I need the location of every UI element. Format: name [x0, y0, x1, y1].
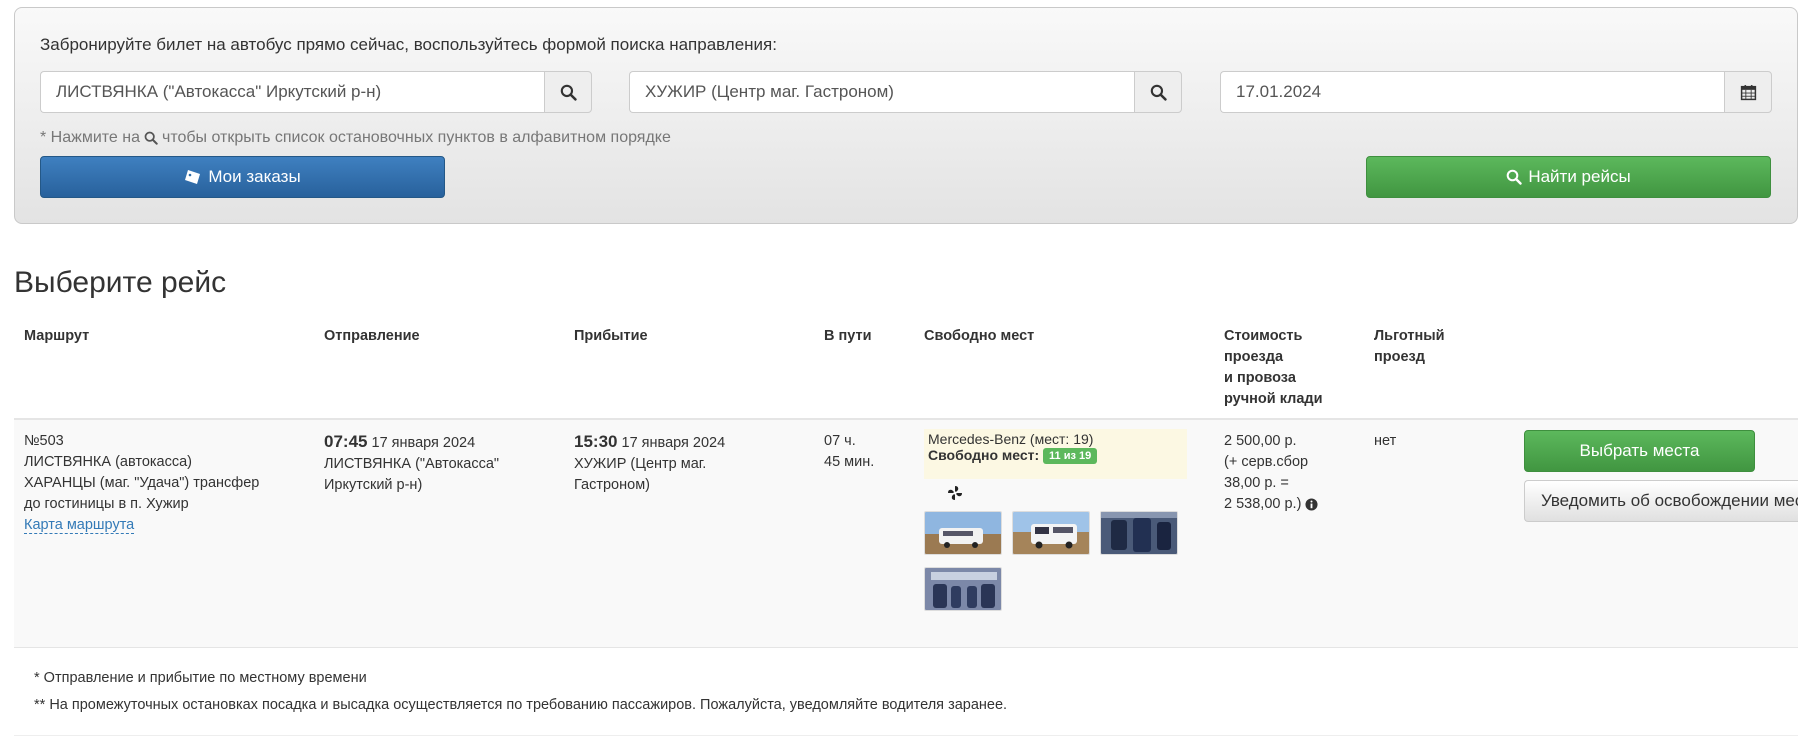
- find-trips-label: Найти рейсы: [1528, 167, 1631, 186]
- ticket-icon: [185, 170, 201, 184]
- footnote: * Отправление и прибытие по местному вре…: [34, 670, 367, 686]
- header-price-line: проезда: [1224, 349, 1284, 365]
- my-orders-button[interactable]: Мои заказы: [40, 156, 445, 198]
- benefit-cell: нет: [1374, 433, 1397, 449]
- search-icon: [144, 131, 158, 145]
- price-line: 2 500,00 р.: [1224, 433, 1297, 449]
- bus-photo-interior[interactable]: [1100, 511, 1178, 555]
- trips-table: Маршрут Отправление Прибытие В пути Своб…: [14, 318, 1798, 736]
- departure-cell: 07:45 17 января 2024 ЛИСТВЯНКА ("Автокас…: [324, 431, 499, 496]
- to-input[interactable]: ХУЖИР (Центр маг. Гастроном): [629, 71, 1134, 113]
- from-search-button[interactable]: [544, 71, 592, 113]
- search-hint: * Нажмите на чтобы открыть список остано…: [40, 129, 671, 147]
- route-line: до гостиницы в п. Хужир: [24, 496, 189, 512]
- departure-date: 17 января 2024: [371, 435, 476, 451]
- route-line: ЛИСТВЯНКА (автокасса): [24, 454, 193, 470]
- route-number: №503: [24, 433, 64, 449]
- from-input[interactable]: ЛИСТВЯНКА ("Автокасса" Иркутский р-н): [40, 71, 544, 113]
- date-input[interactable]: 17.01.2024: [1220, 71, 1724, 113]
- arrival-time: 15:30: [574, 432, 618, 451]
- duration-cell: 07 ч. 45 мин.: [824, 431, 874, 473]
- search-intro: Забронируйте билет на автобус прямо сейч…: [40, 35, 777, 54]
- header-price-line: Стоимость: [1224, 328, 1303, 344]
- route-map-link[interactable]: Карта маршрута: [24, 517, 135, 534]
- route-line: ХАРАНЦЫ (маг. "Удача") трансфер: [24, 475, 260, 491]
- price-line: (+ серв.сбор: [1224, 454, 1309, 470]
- search-icon: [560, 84, 577, 101]
- arrival-place: ХУЖИР (Центр маг.: [574, 456, 707, 472]
- table-row: №503 ЛИСТВЯНКА (автокасса) ХАРАНЦЫ (маг.…: [14, 420, 1798, 648]
- arrival-place: Гастроном): [574, 477, 650, 493]
- date-field[interactable]: 17.01.2024: [1220, 71, 1772, 113]
- hint-suffix: чтобы открыть список остановочных пункто…: [162, 129, 671, 146]
- header-benefit-line: проезд: [1374, 349, 1425, 365]
- footnote: ** На промежуточных остановках посадка и…: [34, 697, 1008, 713]
- info-icon[interactable]: [1305, 498, 1318, 511]
- my-orders-label: Мои заказы: [208, 167, 301, 186]
- from-field[interactable]: ЛИСТВЯНКА ("Автокасса" Иркутский р-н): [40, 71, 592, 113]
- bus-photo-interior[interactable]: [924, 567, 1002, 611]
- calendar-icon: [1740, 84, 1756, 100]
- page-title: Выберите рейс: [14, 266, 227, 299]
- departure-place: ЛИСТВЯНКА ("Автокасса": [324, 456, 500, 472]
- departure-time: 07:45: [324, 432, 368, 451]
- header-arrival: Прибытие: [574, 328, 648, 344]
- header-duration: В пути: [824, 328, 872, 344]
- header-price-line: и провоза: [1224, 370, 1296, 386]
- notify-seats-button[interactable]: Уведомить об освобождении мест: [1524, 480, 1798, 522]
- route-cell: №503 ЛИСТВЯНКА (автокасса) ХАРАНЦЫ (маг.…: [24, 431, 259, 536]
- search-icon: [1150, 84, 1167, 101]
- departure-place: Иркутский р-н): [324, 477, 423, 493]
- bus-info: Mercedes-Benz (мест: 19) Свободно мест: …: [924, 429, 1187, 479]
- header-route: Маршрут: [24, 328, 90, 344]
- header-benefit: Льготный проезд: [1374, 326, 1445, 368]
- hint-prefix: * Нажмите на: [40, 129, 140, 146]
- header-benefit-line: Льготный: [1374, 328, 1445, 344]
- table-header: Маршрут Отправление Прибытие В пути Своб…: [14, 318, 1798, 420]
- header-price-line: ручной клади: [1224, 391, 1323, 407]
- duration-hours: 07 ч.: [824, 433, 856, 449]
- search-icon: [1507, 169, 1523, 185]
- bus-photo-image: [925, 512, 1001, 554]
- bus-photo-image: [1101, 512, 1177, 554]
- duration-minutes: 45 мин.: [824, 454, 875, 470]
- select-seats-button[interactable]: Выбрать места: [1524, 430, 1755, 472]
- price-total: 2 538,00 р.): [1224, 496, 1302, 512]
- free-seats-badge: 11 из 19: [1043, 448, 1098, 464]
- search-panel: Забронируйте билет на автобус прямо сейч…: [14, 7, 1798, 224]
- bus-photo-image: [1013, 512, 1089, 554]
- to-search-button[interactable]: [1134, 71, 1182, 113]
- arrival-date: 17 января 2024: [621, 435, 726, 451]
- bus-photo-exterior[interactable]: [1012, 511, 1090, 555]
- header-seats: Свободно мест: [924, 328, 1035, 344]
- footnotes: * Отправление и прибытие по местному вре…: [14, 648, 1798, 736]
- price-line: 38,00 р. =: [1224, 475, 1289, 491]
- bus-model: Mercedes-Benz (мест: 19): [928, 431, 1094, 447]
- arrival-cell: 15:30 17 января 2024 ХУЖИР (Центр маг. Г…: [574, 431, 725, 496]
- air-conditioning-icon: [948, 486, 962, 500]
- header-price: Стоимость проезда и провоза ручной клади: [1224, 326, 1323, 410]
- bus-photo-exterior[interactable]: [924, 511, 1002, 555]
- free-seats-label: Свободно мест:: [928, 447, 1040, 463]
- bus-photo-image: [925, 568, 1001, 610]
- price-cell: 2 500,00 р. (+ серв.сбор 38,00 р. = 2 53…: [1224, 431, 1318, 515]
- find-trips-button[interactable]: Найти рейсы: [1366, 156, 1771, 198]
- to-field[interactable]: ХУЖИР (Центр маг. Гастроном): [629, 71, 1182, 113]
- calendar-button[interactable]: [1724, 71, 1772, 113]
- header-departure: Отправление: [324, 328, 420, 344]
